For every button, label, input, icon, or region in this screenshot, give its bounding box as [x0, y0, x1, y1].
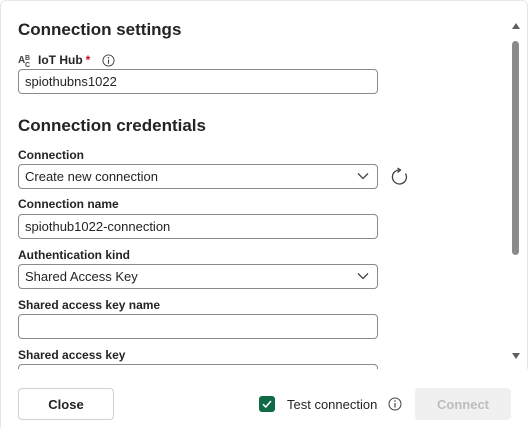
iot-hub-label-text: IoT Hub: [38, 53, 83, 67]
scroll-up-arrow-icon[interactable]: [512, 23, 520, 29]
refresh-icon[interactable]: [390, 167, 410, 187]
required-asterisk: *: [85, 53, 91, 67]
shared-access-key-label: Shared access key: [18, 348, 126, 362]
svg-text:B: B: [25, 55, 30, 62]
connection-label: Connection: [18, 148, 84, 162]
connection-settings-heading: Connection settings: [18, 20, 182, 39]
info-icon[interactable]: [388, 397, 402, 411]
chevron-down-icon: [357, 173, 369, 180]
shared-access-key-name-label: Shared access key name: [18, 298, 161, 312]
shared-access-key-name-input[interactable]: [18, 314, 378, 339]
svg-text:C: C: [25, 62, 30, 68]
auth-kind-label: Authentication kind: [18, 248, 130, 262]
dialog-footer: Close Test connection Connect: [1, 369, 528, 432]
connection-dropdown-value: Create new connection: [25, 169, 158, 184]
text-field-icon: A B C: [18, 55, 30, 68]
connect-button[interactable]: Connect: [415, 388, 511, 420]
connection-name-input[interactable]: spiothub1022-connection: [18, 214, 378, 239]
test-connection-label[interactable]: Test connection: [287, 397, 377, 412]
close-button[interactable]: Close: [18, 388, 114, 420]
auth-kind-dropdown[interactable]: Shared Access Key: [18, 264, 378, 289]
connection-dropdown[interactable]: Create new connection: [18, 164, 378, 189]
info-icon[interactable]: [102, 53, 115, 67]
iot-hub-input[interactable]: spiothubns1022: [18, 69, 378, 94]
iot-hub-label: A B C IoT Hub *: [18, 52, 115, 68]
checkmark-icon: [262, 400, 272, 409]
vertical-scrollbar[interactable]: [507, 1, 523, 369]
test-connection-checkbox[interactable]: [259, 396, 275, 412]
connection-credentials-heading: Connection credentials: [18, 116, 206, 135]
auth-kind-dropdown-value: Shared Access Key: [25, 269, 138, 284]
scroll-down-arrow-icon[interactable]: [512, 353, 520, 359]
connection-name-label: Connection name: [18, 197, 119, 211]
connection-dialog: Connection settings A B C IoT Hub * spio…: [0, 0, 528, 432]
scrollbar-thumb[interactable]: [512, 41, 519, 255]
chevron-down-icon: [357, 273, 369, 280]
connection-form: Connection settings A B C IoT Hub * spio…: [1, 1, 507, 369]
